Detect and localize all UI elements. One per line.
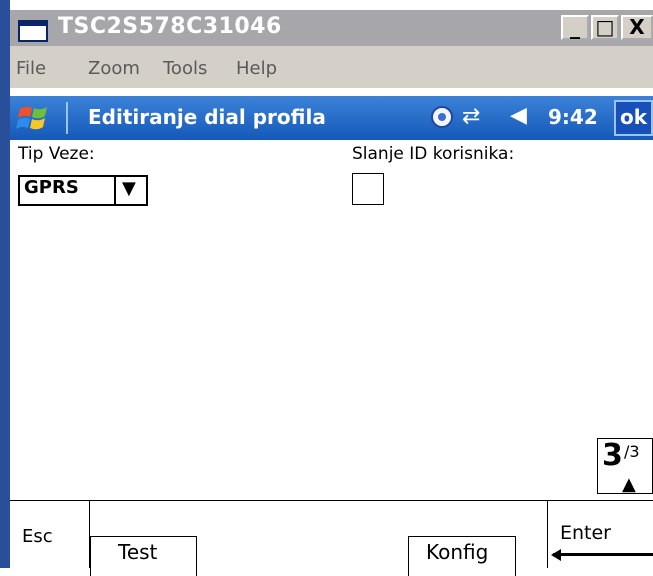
menu-file[interactable]: File	[16, 58, 46, 79]
esc-label: Esc	[22, 526, 53, 547]
connectivity-status-icon[interactable]	[431, 106, 453, 128]
menu-tools[interactable]: Tools	[163, 58, 207, 79]
menu-help[interactable]: Help	[236, 58, 277, 79]
app-window-icon	[18, 20, 48, 42]
data-connection-icon[interactable]: ⇄	[462, 104, 480, 129]
connection-type-label: Tip Veze:	[18, 144, 95, 164]
ok-button[interactable]: ok	[614, 100, 653, 136]
page-up-icon[interactable]: ▲	[622, 474, 636, 495]
minimize-button[interactable]: _	[561, 15, 589, 40]
menu-zoom[interactable]: Zoom	[88, 58, 140, 79]
page-current: 3	[602, 438, 623, 473]
close-button[interactable]: X	[621, 15, 653, 40]
send-user-id-checkbox[interactable]	[352, 173, 384, 205]
window-left-border	[0, 0, 10, 568]
clock[interactable]: 9:42	[548, 105, 598, 129]
windows-start-icon[interactable]	[16, 101, 50, 135]
test-label: Test	[118, 540, 158, 564]
chevron-down-icon[interactable]: ▼	[122, 178, 136, 199]
maximize-button[interactable]: □	[591, 15, 619, 40]
nav-divider	[66, 102, 68, 134]
konfig-label: Konfig	[426, 540, 489, 564]
connection-type-value: GPRS	[24, 177, 79, 198]
enter-arrow-icon	[551, 548, 653, 561]
volume-icon[interactable]: ◀	[510, 103, 527, 128]
page-total: /3	[624, 442, 640, 461]
enter-label: Enter	[560, 522, 611, 544]
screen-title: Editiranje dial profila	[88, 105, 326, 129]
window-title: TSC2S578C31046	[58, 14, 282, 39]
send-user-id-label: Slanje ID korisnika:	[352, 144, 515, 164]
